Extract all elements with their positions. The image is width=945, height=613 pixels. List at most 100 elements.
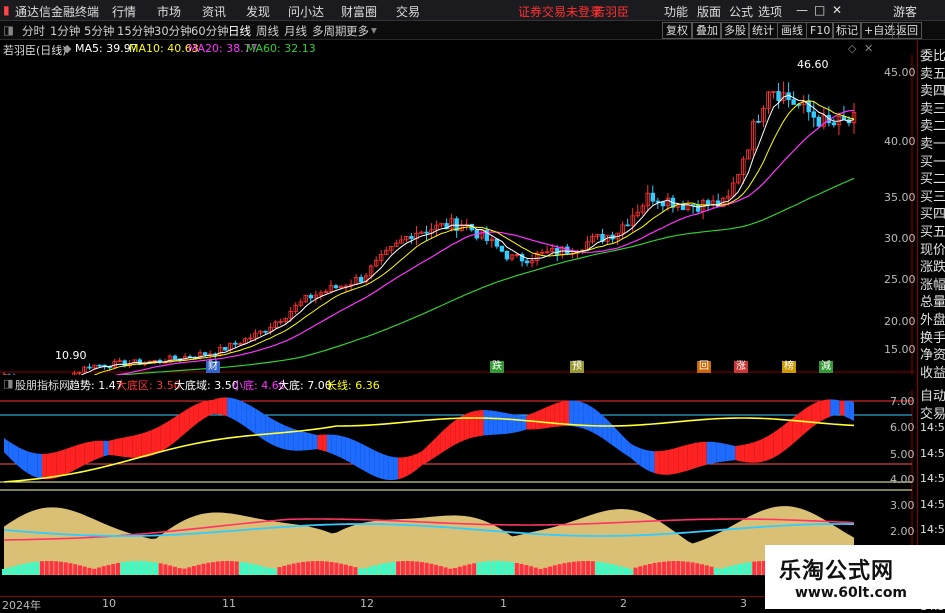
- trade-item[interactable]: 自动: [920, 385, 945, 404]
- menu-banmian[interactable]: 版面: [697, 3, 721, 20]
- lower-histogram-bar: [690, 562, 695, 575]
- ribbon-segment: [65, 447, 71, 475]
- ind-y-6: 6.00: [890, 421, 915, 434]
- ind-y-2: 2.00: [890, 525, 915, 538]
- lower-histogram-bar: [424, 562, 429, 575]
- ribbon-segment: [89, 441, 95, 463]
- guest-label[interactable]: 游客: [893, 3, 917, 20]
- lower-histogram-bar: [348, 565, 353, 575]
- lower-histogram-bar: [757, 561, 762, 575]
- menu-gongshi[interactable]: 公式: [729, 3, 753, 20]
- menu-wenxiaoda[interactable]: 问小达: [288, 3, 324, 20]
- x-label-2024: 2024年: [2, 599, 41, 612]
- ribbon-segment: [464, 412, 470, 441]
- lower-histogram-bar: [87, 567, 92, 575]
- minimize-button[interactable]: —: [796, 3, 808, 17]
- lower-histogram-bar: [462, 565, 467, 575]
- lower-histogram-bar: [586, 561, 591, 575]
- period-week[interactable]: 周线: [256, 23, 279, 39]
- period-day[interactable]: 日线: [228, 23, 251, 39]
- menu-gongneng[interactable]: 功能: [664, 3, 688, 20]
- period-multi[interactable]: 多周期: [312, 23, 347, 39]
- ribbon-segment: [75, 444, 80, 470]
- settings-dot-icon[interactable]: ◆: [63, 42, 71, 55]
- menu-jiaoyi[interactable]: 交易: [396, 3, 420, 20]
- multistock-button[interactable]: 多股: [720, 22, 750, 39]
- period-30min[interactable]: 30分钟: [154, 23, 192, 39]
- ribbon-segment: [474, 410, 479, 438]
- ribbon-segment: [260, 411, 266, 441]
- lower-histogram-bar: [39, 561, 44, 575]
- close-chart-icon[interactable]: ✕: [864, 42, 873, 55]
- quote-item: 卖四: [920, 84, 945, 100]
- ribbon-segment: [835, 399, 840, 416]
- lower-histogram-bar: [63, 562, 68, 575]
- event-tag-hui[interactable]: 回: [697, 361, 711, 373]
- menu-zixun[interactable]: 资讯: [202, 3, 226, 20]
- ribbon-segment: [250, 405, 256, 435]
- ribbon-segment: [208, 399, 213, 417]
- event-tag-yu[interactable]: 预: [570, 361, 584, 373]
- menu-hangqing[interactable]: 行情: [112, 3, 136, 20]
- lower-histogram-bar: [619, 566, 624, 575]
- ribbon-segment: [307, 432, 313, 451]
- lower-histogram-bar: [552, 565, 557, 575]
- event-tag-zhang[interactable]: 涨: [734, 361, 748, 373]
- ind-y-5: 5.00: [890, 448, 915, 461]
- period-month[interactable]: 月线: [284, 23, 307, 39]
- mark-button[interactable]: 标记: [832, 22, 862, 39]
- ribbon-segment: [825, 399, 831, 419]
- tick-time: 14:56: [920, 421, 945, 434]
- period-fenshi[interactable]: 分时: [22, 23, 45, 39]
- maximize-button[interactable]: □: [814, 3, 825, 17]
- period-1min[interactable]: 1分钟: [50, 23, 80, 39]
- quote-item: 现价: [920, 242, 945, 258]
- ribbon-segment: [160, 423, 166, 452]
- ribbon-segment: [341, 435, 346, 461]
- collapse-icon[interactable]: ◨: [3, 23, 14, 37]
- lower-histogram-bar: [225, 561, 230, 575]
- ribbon-segment: [607, 419, 612, 445]
- tick-time: 14:56: [920, 446, 945, 460]
- price-chart[interactable]: [0, 55, 915, 375]
- draw-button[interactable]: 画线: [777, 22, 807, 39]
- watermark-title: 乐淘公式网: [779, 559, 895, 584]
- menu-faxian[interactable]: 发现: [246, 3, 270, 20]
- lower-histogram-bar: [25, 563, 30, 575]
- lower-histogram-bar: [106, 564, 111, 575]
- lower-histogram-bar: [315, 561, 320, 575]
- indicator-toggle-icon[interactable]: ◨: [3, 377, 13, 390]
- menu-xuanxiang[interactable]: 选项: [758, 3, 782, 20]
- lower-histogram-bar: [277, 567, 282, 575]
- menu-caifuquan[interactable]: 财富圈: [341, 3, 377, 20]
- period-more[interactable]: 更多: [346, 23, 369, 39]
- event-tag-bang[interactable]: 榜: [782, 361, 796, 373]
- menu-shichang[interactable]: 市场: [157, 3, 181, 20]
- lower-histogram-bar: [339, 563, 344, 575]
- login-notice[interactable]: 证券交易未登录: [518, 3, 602, 20]
- period-60min[interactable]: 60分钟: [191, 23, 229, 39]
- x-label-2: 2: [620, 597, 627, 610]
- collapse-chart-icon[interactable]: ◇: [848, 42, 856, 55]
- overlay-button[interactable]: 叠加: [692, 22, 722, 39]
- chevron-down-icon[interactable]: ▾: [371, 23, 377, 37]
- stats-button[interactable]: 统计: [748, 22, 778, 39]
- trade-item[interactable]: 交易: [920, 403, 945, 422]
- back-button[interactable]: 返回: [892, 22, 922, 39]
- candle-body: [107, 366, 112, 369]
- period-5min[interactable]: 5分钟: [84, 23, 114, 39]
- ribbon-segment: [122, 436, 128, 458]
- close-button[interactable]: ✕: [832, 3, 842, 17]
- ribbon-segment: [369, 447, 375, 477]
- event-tag-cai[interactable]: 财: [206, 361, 220, 373]
- lower-histogram-bar: [614, 565, 619, 575]
- event-tag-die[interactable]: 跌: [490, 361, 504, 373]
- f10-button[interactable]: F10: [806, 22, 835, 39]
- lower-histogram-bar: [320, 561, 325, 575]
- lower-histogram-bar: [605, 563, 610, 575]
- fuquan-button[interactable]: 复权: [662, 22, 692, 39]
- ribbon-segment: [279, 422, 285, 450]
- ribbon-segment: [569, 400, 574, 427]
- period-15min[interactable]: 15分钟: [117, 23, 155, 39]
- event-tag-jian[interactable]: 減: [819, 361, 833, 373]
